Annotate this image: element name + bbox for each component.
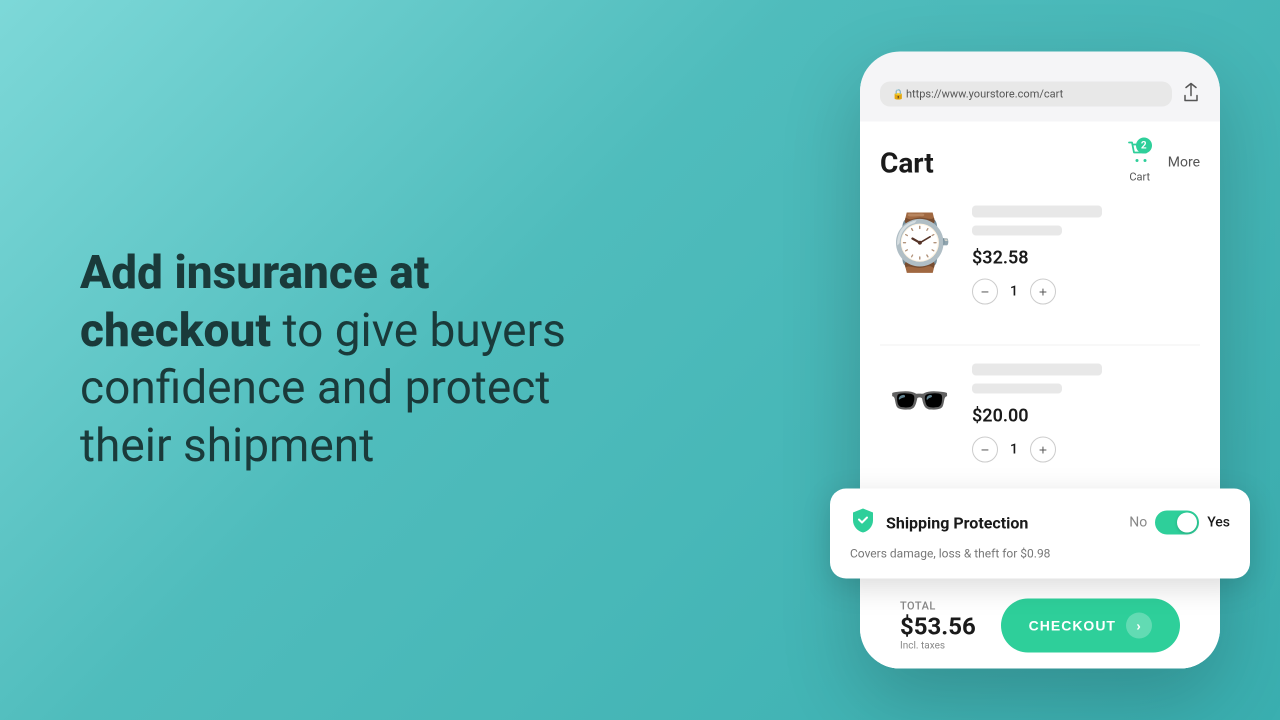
increase-qty-1[interactable]: + (1030, 279, 1056, 305)
item-name-placeholder-short-2 (972, 384, 1062, 394)
quantity-control-1: − 1 + (972, 279, 1200, 305)
toggle-knob (1177, 513, 1197, 533)
cart-nav-label: Cart (1129, 171, 1150, 184)
sp-toggle[interactable] (1155, 511, 1199, 535)
browser-bar: 🔒 https://www.yourstore.com/cart (860, 72, 1220, 122)
hero-line3: confidence and protect (80, 361, 550, 415)
sp-header: Shipping Protection No Yes (850, 507, 1230, 539)
sp-no-label: No (1129, 515, 1147, 531)
decrease-qty-2[interactable]: − (972, 437, 998, 463)
hero-bold-checkout: checkout (80, 304, 271, 358)
cart-header: Cart 2 Cart More (880, 142, 1200, 184)
sp-toggle-area: No Yes (1129, 511, 1230, 535)
sp-description: Covers damage, loss & theft for $0.98 (850, 547, 1230, 561)
shield-icon (850, 507, 876, 539)
share-icon[interactable] (1182, 82, 1200, 106)
cart-nav: 2 Cart More (1128, 142, 1200, 184)
sp-yes-label: Yes (1207, 515, 1230, 531)
total-amount: $53.56 (900, 613, 976, 641)
hero-text: Add insurance at checkout to give buyers… (80, 245, 620, 475)
hero-section: Add insurance at checkout to give buyers… (0, 185, 680, 535)
hero-line1: Add insurance at (80, 246, 430, 300)
sunglasses-icon: 🕶️ (889, 377, 951, 427)
lock-icon: 🔒 (892, 89, 900, 99)
item-image-2: 🕶️ (880, 362, 960, 442)
cart-badge: 2 (1136, 138, 1152, 154)
sp-title: Shipping Protection (886, 513, 1028, 532)
hero-line2-rest: to give buyers (271, 304, 566, 358)
sp-left: Shipping Protection (850, 507, 1028, 539)
total-label: TOTAL (900, 600, 976, 613)
quantity-control-2: − 1 + (972, 437, 1200, 463)
decrease-qty-1[interactable]: − (972, 279, 998, 305)
qty-value-2: 1 (1010, 442, 1018, 458)
item-price-2: $20.00 (972, 406, 1200, 427)
cart-content: Cart 2 Cart More (860, 122, 1220, 669)
checkout-label: CHECKOUT (1029, 618, 1116, 634)
total-section: TOTAL $53.56 Incl. taxes (900, 600, 976, 652)
item-image-1: ⌚ (880, 204, 960, 284)
total-incl-taxes: Incl. taxes (900, 641, 976, 652)
checkout-button[interactable]: CHECKOUT › (1001, 599, 1180, 653)
item-price-1: $32.58 (972, 248, 1200, 269)
checkout-arrow-icon: › (1126, 613, 1152, 639)
item-name-placeholder-1 (972, 206, 1102, 218)
cart-nav-item[interactable]: 2 Cart (1128, 142, 1152, 184)
increase-qty-2[interactable]: + (1030, 437, 1056, 463)
item-name-placeholder-short-1 (972, 226, 1062, 236)
cart-footer: TOTAL $53.56 Incl. taxes CHECKOUT › (880, 583, 1200, 669)
cart-item-2: 🕶️ $20.00 − 1 + (880, 362, 1200, 483)
url-bar[interactable]: 🔒 https://www.yourstore.com/cart (880, 82, 1172, 107)
item-details-1: $32.58 − 1 + (972, 204, 1200, 305)
item-name-placeholder-2 (972, 364, 1102, 376)
more-label[interactable]: More (1168, 155, 1200, 171)
cart-title: Cart (880, 146, 934, 179)
watch-icon: ⌚ (886, 216, 954, 271)
qty-value-1: 1 (1010, 284, 1018, 300)
shipping-protection-card: Shipping Protection No Yes Covers damage… (830, 489, 1250, 579)
url-text: https://www.yourstore.com/cart (906, 88, 1063, 101)
cart-item-1: ⌚ $32.58 − 1 + (880, 204, 1200, 325)
item-divider (880, 345, 1200, 346)
item-details-2: $20.00 − 1 + (972, 362, 1200, 463)
hero-line4: their shipment (80, 419, 374, 473)
phone-mockup: 🔒 https://www.yourstore.com/cart Cart 2 (860, 52, 1220, 669)
